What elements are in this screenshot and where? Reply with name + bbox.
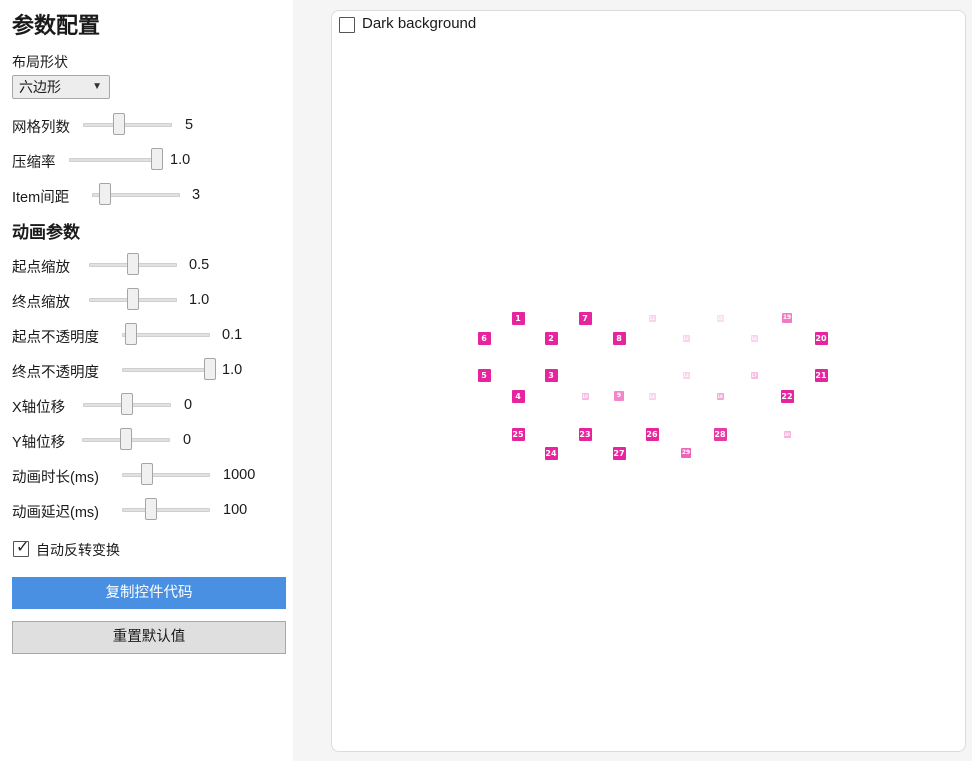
dark-background-checkbox[interactable] (339, 17, 355, 33)
grid-item: 3 (544, 368, 558, 382)
preview-canvas: Dark background 1 7 11 15 19 6 2 8 12 16 20 5 3 9 13 17… (331, 10, 966, 752)
slider-thumb[interactable] (151, 148, 163, 170)
grid-item: 23 (578, 427, 592, 441)
delay-value: 100 (223, 502, 248, 518)
compression-value: 1.0 (170, 152, 191, 168)
x-offset-slider[interactable] (83, 393, 171, 417)
grid-item: 17 (750, 371, 758, 379)
start-scale-slider[interactable] (89, 253, 177, 277)
end-scale-value: 1.0 (189, 292, 210, 308)
grid-item: 6 (477, 331, 491, 345)
grid-item: 22 (780, 389, 794, 403)
slider-track (83, 123, 172, 127)
grid-item: 1 (511, 311, 525, 325)
start-opacity-value: 0.1 (222, 327, 243, 343)
grid-item: 18 (716, 392, 724, 400)
slider-thumb[interactable] (99, 183, 112, 205)
start-scale-label: 起点缩放 (12, 260, 70, 276)
grid-item: 5 (477, 368, 491, 382)
grid-item: 10 (581, 392, 589, 400)
layout-shape-select[interactable]: 六边形 ▼ (12, 75, 110, 99)
item-spacing-slider[interactable] (92, 183, 180, 207)
grid-item: 19 (782, 313, 792, 323)
duration-value: 1000 (223, 467, 256, 483)
item-spacing-value: 3 (192, 187, 201, 203)
x-offset-label: X轴位移 (12, 400, 66, 416)
grid-item: 11 (648, 314, 656, 322)
grid-item: 24 (544, 446, 558, 460)
grid-item: 20 (814, 331, 828, 345)
slider-thumb[interactable] (145, 498, 158, 520)
end-scale-slider[interactable] (89, 288, 177, 312)
compression-slider[interactable] (69, 148, 163, 172)
duration-label: 动画时长(ms) (12, 470, 99, 486)
slider-track (122, 473, 210, 477)
grid-item: 15 (716, 314, 724, 322)
grid-columns-slider[interactable] (83, 113, 172, 137)
y-offset-slider[interactable] (82, 428, 170, 452)
slider-thumb[interactable] (127, 288, 139, 310)
slider-thumb[interactable] (204, 358, 216, 380)
end-scale-label: 终点缩放 (12, 295, 70, 311)
grid-item: 7 (578, 311, 592, 325)
grid-item: 27 (612, 446, 626, 460)
grid-item: 13 (682, 371, 690, 379)
start-opacity-label: 起点不透明度 (12, 330, 99, 346)
start-opacity-slider[interactable] (122, 323, 210, 347)
grid-item: 28 (713, 427, 727, 441)
grid-item: 26 (645, 427, 659, 441)
grid-item: 16 (750, 334, 758, 342)
copy-code-button[interactable]: 复制控件代码 (12, 577, 286, 609)
grid-item: 21 (814, 368, 828, 382)
dark-background-label: Dark background (362, 15, 477, 32)
auto-reverse-label: 自动反转变换 (36, 542, 120, 558)
grid-item: 25 (511, 427, 525, 441)
end-opacity-slider[interactable] (122, 358, 216, 382)
grid-item: 29 (681, 448, 691, 458)
grid-columns-label: 网格列数 (12, 120, 70, 136)
settings-panel: 参数配置 布局形状 六边形 ▼ 网格列数 5 压缩率 1.0 Item间距 3 … (5, 0, 293, 761)
end-opacity-label: 终点不透明度 (12, 365, 99, 381)
slider-thumb[interactable] (120, 428, 132, 450)
chevron-down-icon: ▼ (92, 81, 102, 92)
item-spacing-label: Item间距 (12, 190, 70, 206)
animation-section-title: 动画参数 (12, 223, 80, 242)
grid-item: 4 (511, 389, 525, 403)
reset-defaults-button[interactable]: 重置默认值 (12, 621, 286, 654)
y-offset-value: 0 (183, 432, 192, 448)
slider-thumb[interactable] (121, 393, 133, 415)
slider-track (122, 508, 210, 512)
end-opacity-value: 1.0 (222, 362, 243, 378)
slider-thumb[interactable] (124, 323, 137, 345)
slider-track (69, 158, 157, 162)
duration-slider[interactable] (122, 463, 210, 487)
slider-track (122, 368, 210, 372)
slider-thumb[interactable] (112, 113, 125, 135)
panel-title: 参数配置 (12, 13, 101, 38)
x-offset-value: 0 (184, 397, 193, 413)
grid-item: 12 (682, 334, 690, 342)
grid-item: 14 (648, 392, 656, 400)
layout-shape-label: 布局形状 (12, 54, 68, 70)
grid-columns-value: 5 (185, 117, 194, 133)
layout-shape-value: 六边形 (19, 79, 61, 95)
delay-slider[interactable] (122, 498, 210, 522)
delay-label: 动画延迟(ms) (12, 505, 99, 521)
grid-item: 8 (612, 331, 626, 345)
compression-label: 压缩率 (12, 155, 56, 171)
start-scale-value: 0.5 (189, 257, 210, 273)
grid-item: 2 (544, 331, 558, 345)
checkmark-icon: ✓ (16, 539, 30, 556)
slider-thumb[interactable] (127, 253, 139, 275)
slider-thumb[interactable] (140, 463, 153, 485)
y-offset-label: Y轴位移 (12, 435, 66, 451)
grid-item: 30 (783, 430, 791, 438)
grid-item: 9 (614, 391, 624, 401)
auto-reverse-checkbox[interactable]: ✓ (13, 539, 30, 557)
